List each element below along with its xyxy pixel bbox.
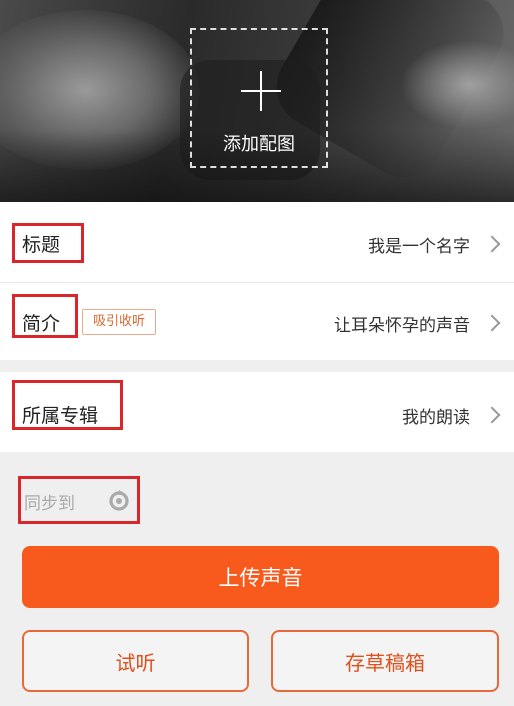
title-value: 我是一个名字 (368, 237, 470, 257)
plus-icon (260, 71, 262, 111)
intro-value: 让耳朵怀孕的声音 (334, 316, 470, 336)
highlight-box-album (12, 380, 123, 430)
upload-audio-button[interactable]: 上传声音 (22, 546, 499, 608)
album-value: 我的朗读 (402, 408, 470, 428)
chevron-right-icon (483, 235, 501, 253)
attract-listen-badge: 吸引收听 (82, 309, 157, 335)
highlight-box-intro (12, 294, 78, 338)
highlight-box-title (12, 223, 84, 263)
highlight-box-sync (18, 476, 140, 524)
chevron-right-icon (483, 314, 501, 332)
add-image-label: 添加配图 (223, 134, 295, 155)
chevron-right-icon (483, 406, 501, 424)
preview-button[interactable]: 试听 (22, 630, 249, 692)
background-blur (400, 40, 514, 130)
save-draft-button[interactable]: 存草稿箱 (271, 630, 499, 692)
cover-image-area: 添加配图 (0, 0, 514, 202)
add-image-button[interactable]: 添加配图 (190, 28, 328, 168)
